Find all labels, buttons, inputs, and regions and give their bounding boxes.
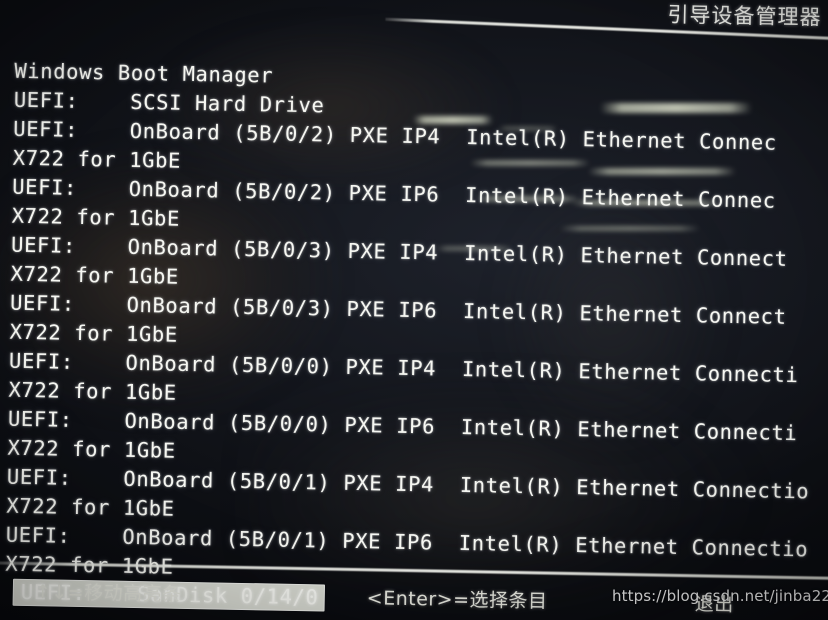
page-title: 引导设备管理器 bbox=[667, 2, 822, 30]
hint-select-entry: <Enter>=选择条目 bbox=[366, 587, 548, 613]
monitor-photo: 引导设备管理器 Windows Boot Manager UEFI: SCSI H… bbox=[0, 0, 828, 620]
hint-move-highlight: ↑↓=移动高亮条 bbox=[34, 581, 182, 606]
boot-device-list[interactable]: Windows Boot Manager UEFI: SCSI Hard Driv… bbox=[5, 57, 828, 620]
bios-screen: 引导设备管理器 Windows Boot Manager UEFI: SCSI H… bbox=[0, 0, 828, 620]
csdn-watermark: https://blog.csdn.net/jinba225 bbox=[612, 587, 828, 605]
